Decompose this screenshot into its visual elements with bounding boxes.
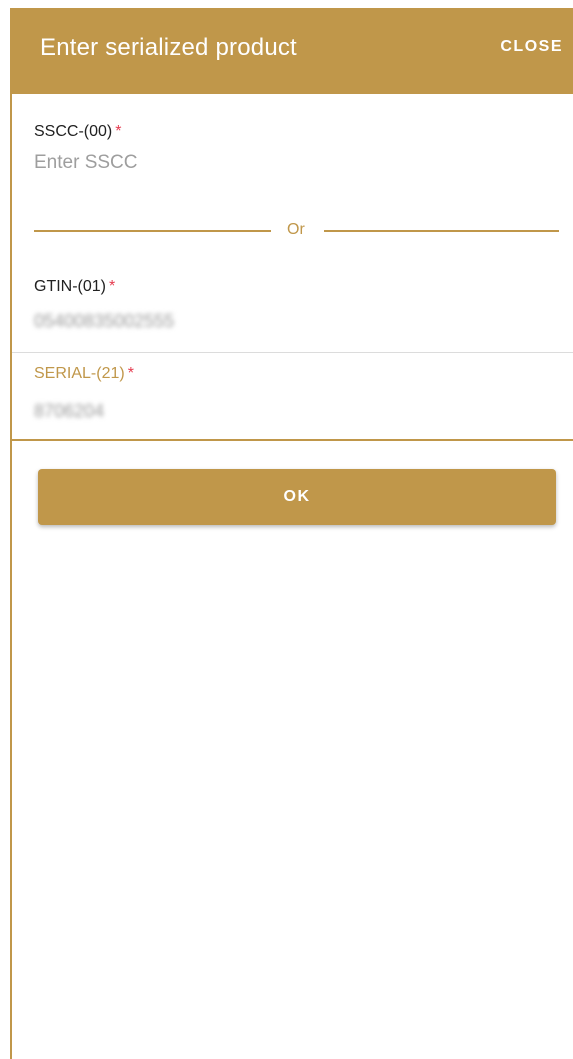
serial-label: SERIAL-(21) * <box>34 365 134 383</box>
serial-underline <box>12 439 573 441</box>
sscc-required-mark: * <box>115 123 122 140</box>
or-divider-left-line <box>34 230 271 232</box>
serial-input[interactable]: 8706204 <box>34 401 554 422</box>
sscc-field: SSCC-(00) * <box>12 118 573 188</box>
gtin-input[interactable]: 05400835002555 <box>34 311 554 332</box>
gtin-label-text: GTIN-(01) <box>34 278 106 295</box>
gtin-label: GTIN-(01) * <box>34 278 115 296</box>
or-divider-text: Or <box>287 221 305 238</box>
sscc-label: SSCC-(00) * <box>34 123 121 141</box>
serialized-product-dialog: Enter serialized product CLOSE SSCC-(00)… <box>10 8 573 1059</box>
gtin-field: GTIN-(01) * 05400835002555 <box>12 270 573 352</box>
or-divider-right-line <box>324 230 559 232</box>
serial-label-text: SERIAL-(21) <box>34 365 125 382</box>
ok-button[interactable]: OK <box>38 469 556 525</box>
serial-field: SERIAL-(21) * 8706204 <box>12 353 573 439</box>
sscc-label-text: SSCC-(00) <box>34 123 113 140</box>
sscc-input[interactable] <box>34 152 554 174</box>
serial-required-mark: * <box>127 365 134 382</box>
close-button[interactable]: CLOSE <box>500 38 563 56</box>
or-divider: Or <box>34 221 559 241</box>
dialog-header: Enter serialized product CLOSE <box>10 8 573 94</box>
gtin-required-mark: * <box>109 278 116 295</box>
dialog-title: Enter serialized product <box>40 34 297 61</box>
